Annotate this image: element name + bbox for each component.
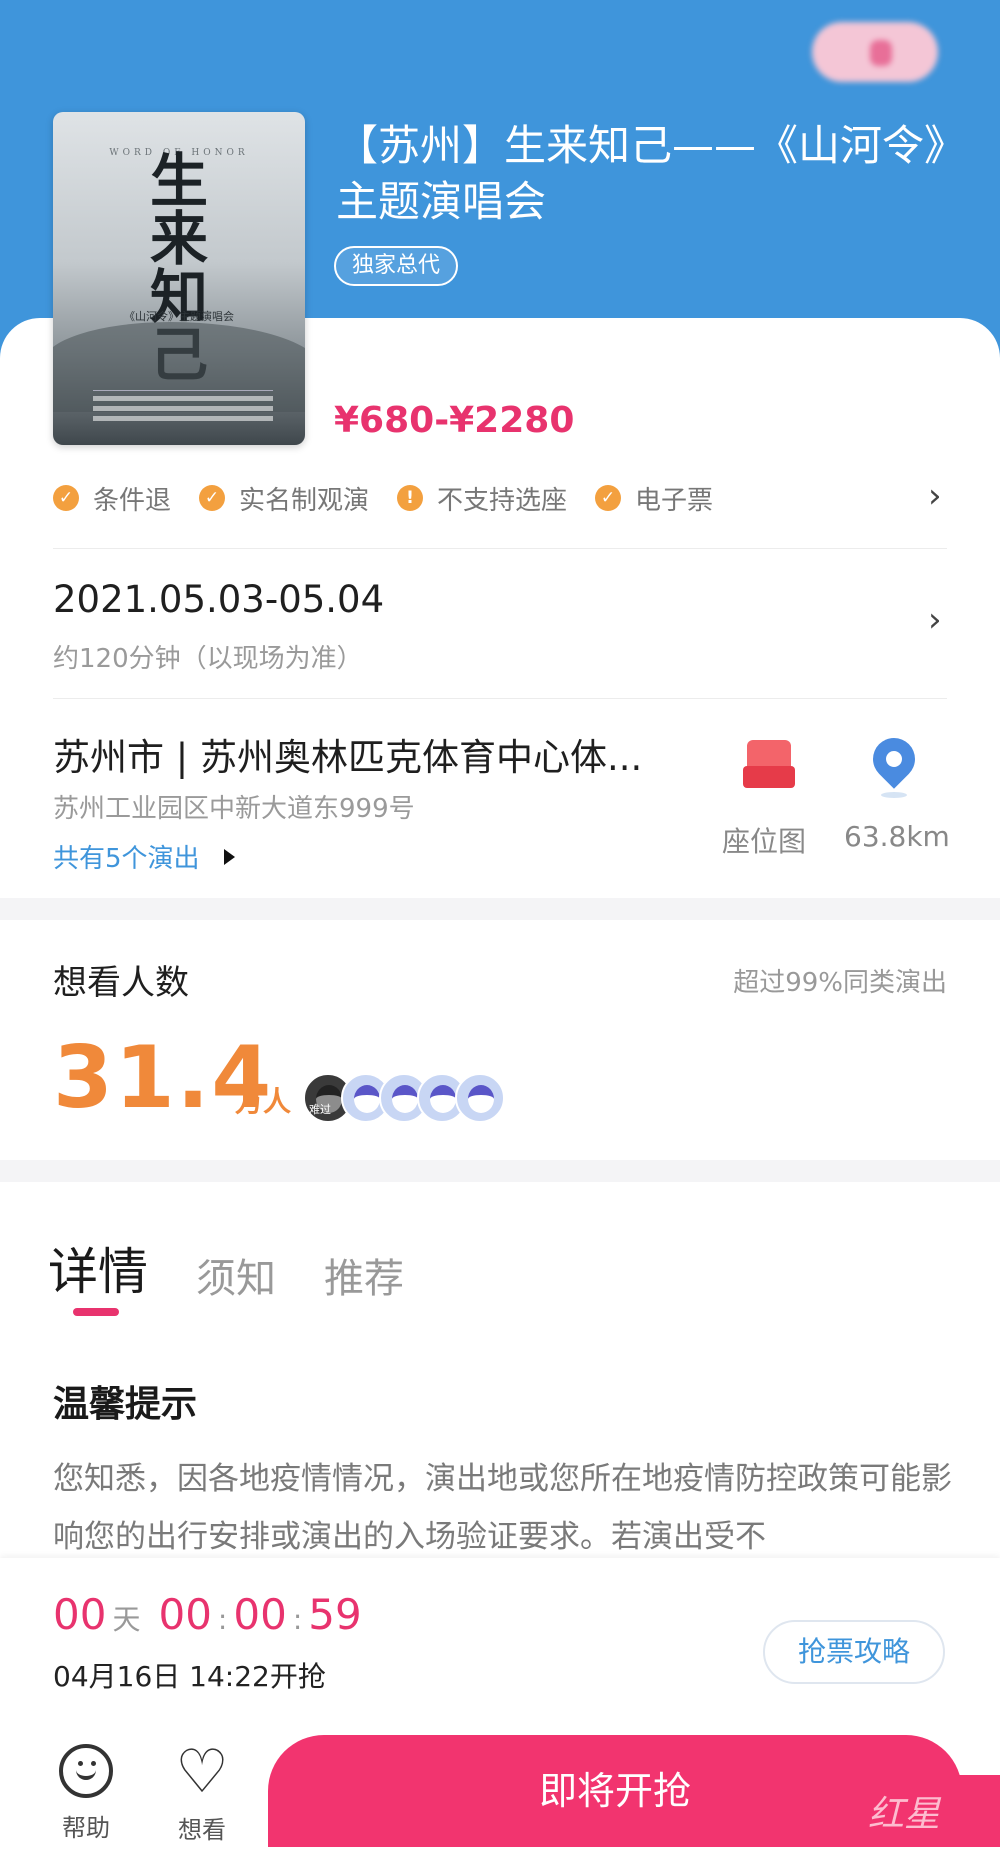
countdown-seconds: 59 [308, 1590, 362, 1639]
heart-icon: ♡ [175, 1737, 229, 1807]
avatar-group[interactable]: 难过 [303, 1073, 505, 1127]
help-button[interactable]: 帮助 [56, 1744, 116, 1843]
tab-bar: 详情 须知 推荐 [48, 1232, 452, 1304]
countdown-colon: : [292, 1603, 303, 1636]
countdown-colon: : [217, 1603, 228, 1636]
check-icon: ✓ [595, 485, 622, 511]
poster-subtitle: 《山河令》主题演唱会 [124, 310, 234, 323]
interest-unit: 万人 [235, 1085, 292, 1118]
seat-icon[interactable] [743, 740, 795, 792]
blurred-avatar [812, 22, 938, 82]
tab-recommend[interactable]: 推荐 [324, 1246, 404, 1304]
event-title: 【苏州】生来知己——《山河令》主题演唱会 [336, 121, 946, 226]
event-duration: 约120分钟（以现场为准） [53, 644, 363, 674]
countdown-days-unit: 天 [112, 1603, 141, 1636]
feature-label: 实名制观演 [239, 485, 370, 516]
countdown-timer: 00 天 00 : 00 : 59 [53, 1590, 362, 1639]
feature-row[interactable]: ✓ 条件退 ✓ 实名制观演 ! 不支持选座 ✓ 电子票 [53, 476, 953, 520]
exclamation-icon: ! [397, 485, 424, 511]
countdown-hours: 00 [158, 1590, 212, 1639]
shows-link-label: 共有5个演出 [53, 844, 200, 874]
grab-ticket-button[interactable]: 即将开抢 [268, 1735, 962, 1847]
check-icon: ✓ [53, 485, 79, 511]
divider [53, 548, 947, 549]
chevron-right-icon[interactable]: › [928, 476, 942, 516]
venue-name[interactable]: 苏州市 | 苏州奥林匹克体育中心体... [53, 727, 642, 781]
feature-no-seat-select: ! 不支持选座 [397, 480, 567, 517]
price-range: ¥680-¥2280 [334, 400, 575, 441]
smiley-icon [59, 1744, 113, 1798]
notice-text: 您知悉，因各地疫情情况，演出地或您所在地疫情防控政策可能影响您的出行安排或演出的… [53, 1461, 952, 1555]
avatar [455, 1073, 505, 1123]
feature-real-name: ✓ 实名制观演 [199, 480, 369, 517]
tab-details[interactable]: 详情 [48, 1232, 148, 1304]
help-label: 帮助 [62, 1814, 110, 1842]
event-date[interactable]: 2021.05.03-05.04 [53, 578, 384, 621]
feature-e-ticket: ✓ 电子票 [595, 480, 713, 517]
divider [53, 698, 947, 699]
seat-map-label[interactable]: 座位图 [722, 820, 806, 860]
poster-fine-print [93, 390, 273, 430]
feature-label: 条件退 [93, 485, 172, 516]
countdown-minutes: 00 [233, 1590, 287, 1639]
interest-title: 想看人数 [53, 963, 189, 1003]
feature-label: 不支持选座 [437, 485, 568, 516]
shows-link[interactable]: 共有5个演出 [53, 838, 235, 875]
location-pin-icon[interactable] [864, 729, 924, 798]
avatar-tag: 难过 [309, 1103, 331, 1116]
countdown-days: 00 [53, 1590, 107, 1639]
watermark: 红星 [868, 1794, 941, 1835]
chevron-right-icon[interactable]: › [928, 600, 942, 640]
tab-notice[interactable]: 须知 [196, 1246, 276, 1304]
feature-label: 电子票 [635, 485, 714, 516]
sale-open-time: 04月16日 14:22开抢 [53, 1660, 326, 1693]
distance-label[interactable]: 63.8km [844, 820, 950, 853]
event-poster[interactable]: WORD OF HONOR 生来知己 《山河令》主题演唱会 [53, 112, 305, 445]
want-button[interactable]: ♡ 想看 [172, 1737, 232, 1845]
venue-address: 苏州工业园区中新大道东999号 [53, 794, 415, 824]
section-separator [0, 898, 1000, 920]
feature-refund: ✓ 条件退 [53, 480, 171, 517]
ticket-guide-button[interactable]: 抢票攻略 [763, 1620, 945, 1684]
notice-title: 温馨提示 [53, 1384, 198, 1425]
want-label: 想看 [178, 1816, 226, 1844]
interest-note: 超过99%同类演出 [733, 968, 947, 998]
exclusive-badge: 独家总代 [334, 246, 459, 286]
section-separator [0, 1160, 1000, 1182]
play-arrow-icon [223, 848, 235, 865]
active-tab-indicator [73, 1308, 119, 1316]
check-icon: ✓ [199, 485, 226, 511]
